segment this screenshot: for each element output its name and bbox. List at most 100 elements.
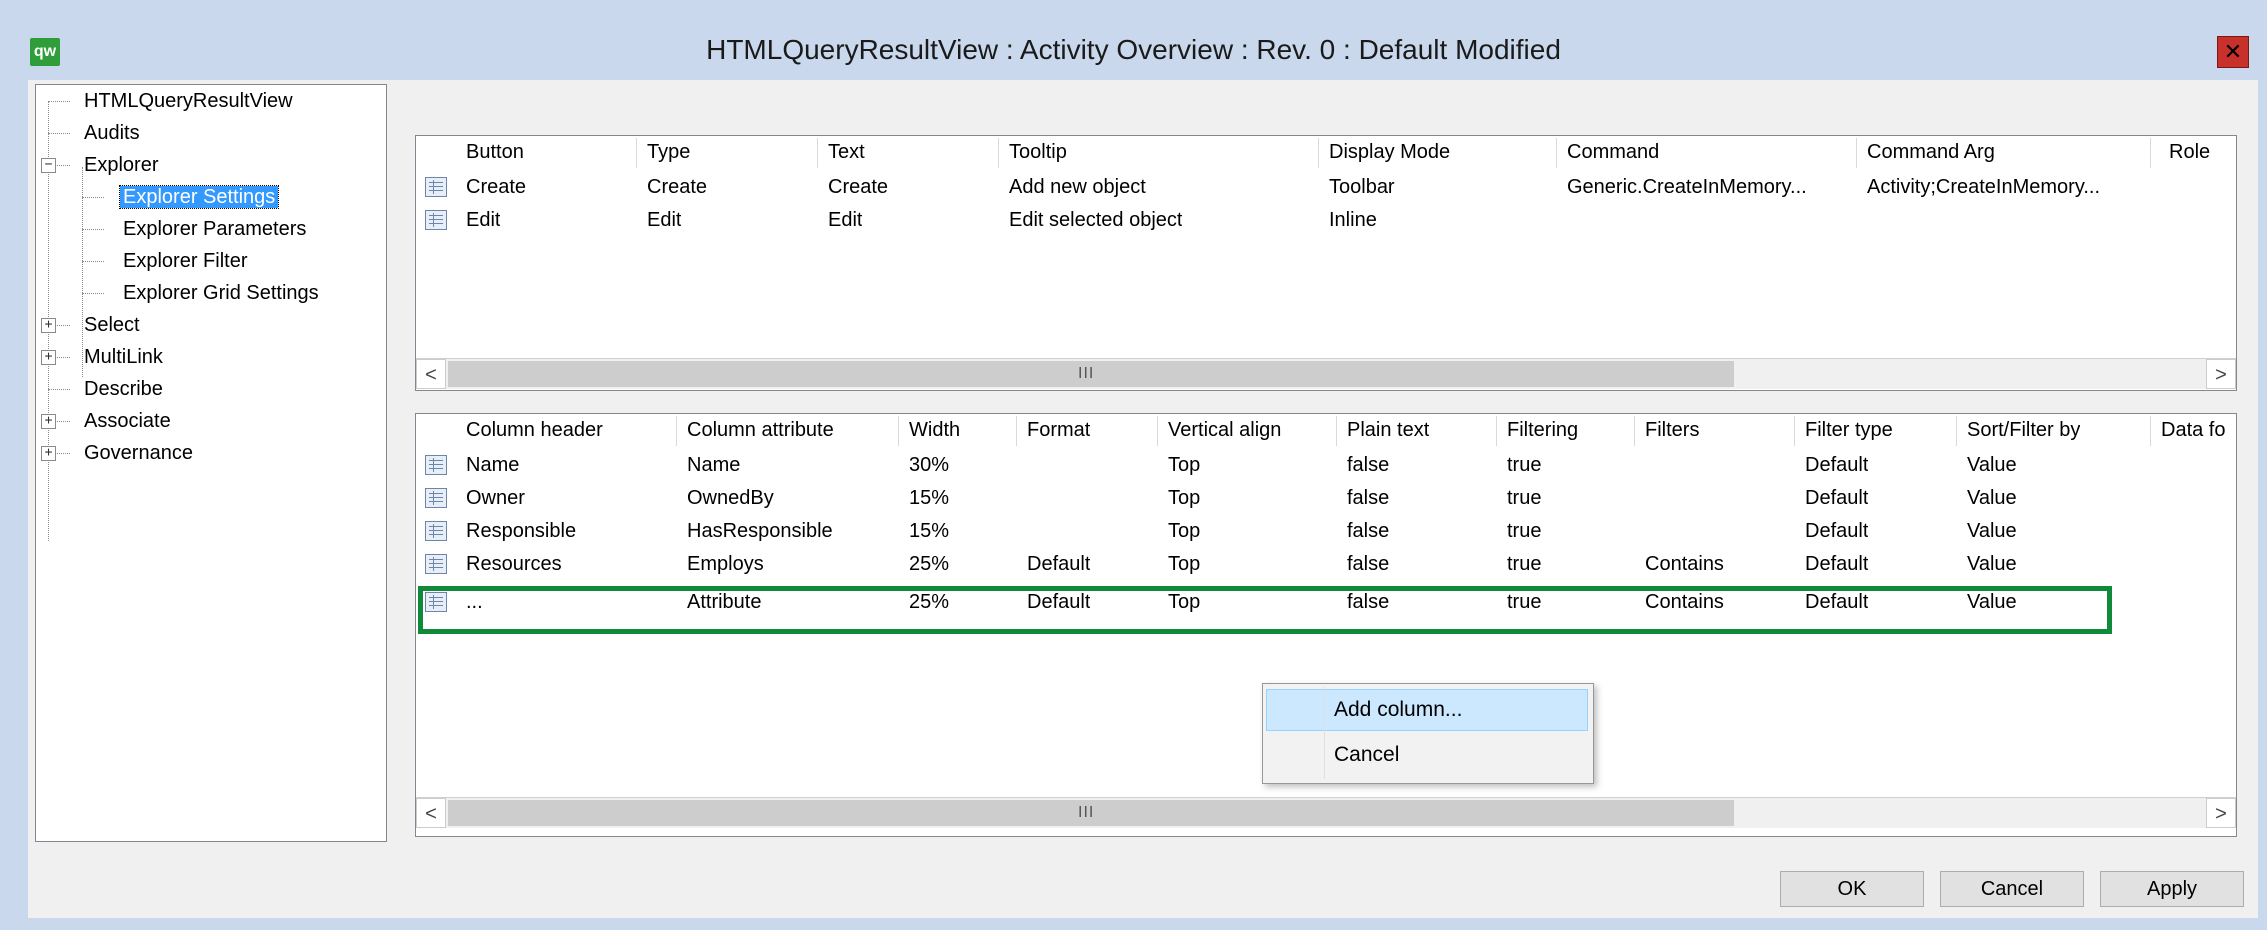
expand-icon[interactable]: + <box>41 446 56 461</box>
table-cell[interactable]: false <box>1347 482 1389 514</box>
tree-item-explorer-filter[interactable]: Explorer Filter <box>123 246 247 276</box>
table-cell[interactable]: Create <box>828 171 888 203</box>
tree-item-audits[interactable]: Audits <box>84 118 140 148</box>
apply-button[interactable]: Apply <box>2100 871 2244 907</box>
tree-item-governance[interactable]: Governance <box>84 438 193 468</box>
column-header[interactable]: Column attribute <box>687 414 834 446</box>
table-cell[interactable]: Top <box>1168 482 1200 514</box>
scroll-thumb[interactable]: III <box>448 361 1734 387</box>
column-header[interactable]: Command <box>1567 136 1659 168</box>
header-divider[interactable] <box>1157 416 1158 446</box>
table-cell[interactable]: Create <box>466 171 526 203</box>
column-header[interactable]: Width <box>909 414 960 446</box>
table-cell[interactable]: Contains <box>1645 548 1724 580</box>
column-header[interactable]: Command Arg <box>1867 136 1995 168</box>
header-divider[interactable] <box>1794 416 1795 446</box>
tree-item-multilink[interactable]: MultiLink <box>84 342 163 372</box>
table-cell[interactable]: Toolbar <box>1329 171 1395 203</box>
tree-item-explorer-settings[interactable]: Explorer Settings <box>118 182 280 212</box>
table-cell[interactable]: Value <box>1967 515 2017 547</box>
column-header[interactable]: Filter type <box>1805 414 1893 446</box>
table-cell[interactable]: Responsible <box>466 515 576 547</box>
expand-icon[interactable]: + <box>41 318 56 333</box>
table-cell[interactable]: Edit <box>647 204 681 236</box>
table-cell[interactable]: Top <box>1168 515 1200 547</box>
header-divider[interactable] <box>817 138 818 168</box>
scroll-thumb[interactable]: III <box>448 800 1734 826</box>
cancel-button[interactable]: Cancel <box>1940 871 2084 907</box>
tree-item-explorer[interactable]: Explorer <box>84 150 158 180</box>
scroll-left-icon[interactable]: < <box>416 359 446 389</box>
header-divider[interactable] <box>1556 138 1557 168</box>
column-header[interactable]: Role <box>2169 136 2210 168</box>
table-cell[interactable]: Default <box>1805 515 1868 547</box>
header-divider[interactable] <box>1496 416 1497 446</box>
table-cell[interactable]: Edit selected object <box>1009 204 1182 236</box>
column-header[interactable]: Filtering <box>1507 414 1578 446</box>
add-column-menu-item[interactable]: Add column... <box>1266 689 1588 731</box>
table-cell[interactable]: 25% <box>909 548 949 580</box>
header-divider[interactable] <box>898 416 899 446</box>
column-header[interactable]: Button <box>466 136 524 168</box>
table-cell[interactable]: Edit <box>828 204 862 236</box>
ok-button[interactable]: OK <box>1780 871 1924 907</box>
header-divider[interactable] <box>1856 138 1857 168</box>
table-cell[interactable]: Name <box>687 449 740 481</box>
table-cell[interactable]: OwnedBy <box>687 482 774 514</box>
column-header[interactable]: Column header <box>466 414 603 446</box>
table-cell[interactable]: Top <box>1168 548 1200 580</box>
table-cell[interactable]: 15% <box>909 482 949 514</box>
tree-item-explorer-parameters[interactable]: Explorer Parameters <box>123 214 306 244</box>
column-header[interactable]: Sort/Filter by <box>1967 414 2080 446</box>
table-cell[interactable]: true <box>1507 548 1541 580</box>
table-cell[interactable]: Add new object <box>1009 171 1146 203</box>
tree-item-associate[interactable]: Associate <box>84 406 171 436</box>
tree-item-explorer-grid-settings[interactable]: Explorer Grid Settings <box>123 278 319 308</box>
table-cell[interactable]: Value <box>1967 548 2017 580</box>
table-cell[interactable]: 15% <box>909 515 949 547</box>
column-header[interactable]: Vertical align <box>1168 414 1281 446</box>
scroll-left-icon[interactable]: < <box>416 798 446 828</box>
table-cell[interactable]: false <box>1347 515 1389 547</box>
expand-icon[interactable]: + <box>41 414 56 429</box>
tree-item-describe[interactable]: Describe <box>84 374 163 404</box>
expand-icon[interactable]: + <box>41 350 56 365</box>
column-header[interactable]: Text <box>828 136 865 168</box>
tree-item-htmlqueryresultview[interactable]: HTMLQueryResultView <box>84 86 293 116</box>
table-cell[interactable]: Value <box>1967 449 2017 481</box>
table-cell[interactable]: true <box>1507 449 1541 481</box>
cancel-menu-item[interactable]: Cancel <box>1266 734 1588 776</box>
column-header[interactable]: Display Mode <box>1329 136 1450 168</box>
table-cell[interactable]: Inline <box>1329 204 1377 236</box>
header-divider[interactable] <box>1634 416 1635 446</box>
header-divider[interactable] <box>636 138 637 168</box>
table-cell[interactable]: Top <box>1168 449 1200 481</box>
horizontal-scrollbar[interactable]: < III > <box>416 797 2236 828</box>
column-header[interactable]: Filters <box>1645 414 1699 446</box>
column-header[interactable]: Tooltip <box>1009 136 1067 168</box>
horizontal-scrollbar[interactable]: < III > <box>416 358 2236 389</box>
table-cell[interactable]: Generic.CreateInMemory... <box>1567 171 1807 203</box>
table-cell[interactable]: Activity;CreateInMemory... <box>1867 171 2100 203</box>
table-cell[interactable]: Default <box>1805 548 1868 580</box>
scroll-right-icon[interactable]: > <box>2206 798 2236 828</box>
tree-item-select[interactable]: Select <box>84 310 140 340</box>
header-divider[interactable] <box>1956 416 1957 446</box>
header-divider[interactable] <box>676 416 677 446</box>
scroll-right-icon[interactable]: > <box>2206 359 2236 389</box>
column-header[interactable]: Type <box>647 136 690 168</box>
table-cell[interactable]: Value <box>1967 482 2017 514</box>
column-header[interactable]: Format <box>1027 414 1090 446</box>
header-divider[interactable] <box>1336 416 1337 446</box>
table-cell[interactable]: Create <box>647 171 707 203</box>
table-cell[interactable]: HasResponsible <box>687 515 833 547</box>
table-cell[interactable]: false <box>1347 548 1389 580</box>
table-cell[interactable]: Default <box>1027 548 1090 580</box>
table-cell[interactable]: Name <box>466 449 519 481</box>
header-divider[interactable] <box>998 138 999 168</box>
header-divider[interactable] <box>1016 416 1017 446</box>
column-header[interactable]: Data fo <box>2161 414 2233 446</box>
table-cell[interactable]: Default <box>1805 449 1868 481</box>
table-cell[interactable]: Default <box>1805 482 1868 514</box>
table-cell[interactable]: Employs <box>687 548 764 580</box>
